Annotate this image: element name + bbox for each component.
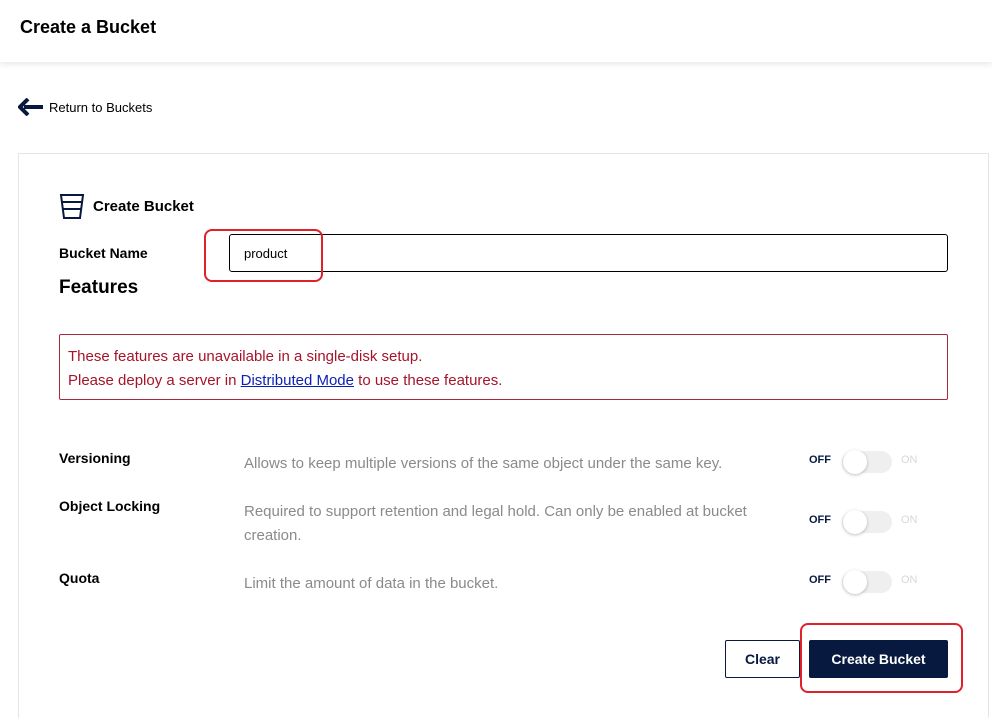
toggle-on-label: ON — [901, 574, 918, 586]
quota-description: Limit the amount of data in the bucket. — [244, 575, 499, 592]
toggle-knob — [843, 570, 867, 594]
clear-button[interactable]: Clear — [725, 640, 800, 678]
toggle-off-label: OFF — [809, 454, 831, 466]
toggle-on-label: ON — [901, 454, 918, 466]
toggle-track[interactable] — [842, 570, 892, 594]
versioning-description: Allows to keep multiple versions of the … — [244, 455, 723, 472]
return-to-buckets-label: Return to Buckets — [49, 99, 153, 115]
page-title: Create a Bucket — [20, 17, 157, 37]
bucket-name-input[interactable] — [229, 234, 948, 272]
create-bucket-button[interactable]: Create Bucket — [809, 640, 948, 678]
top-bar: Create a Bucket — [0, 0, 992, 62]
quota-toggle[interactable]: OFF ON — [809, 568, 923, 594]
warning-box: These features are unavailable in a sing… — [59, 334, 948, 400]
toggle-knob — [843, 450, 867, 474]
quota-label: Quota — [59, 570, 100, 586]
toggle-off-label: OFF — [809, 574, 831, 586]
features-title: Features — [59, 277, 139, 298]
toggle-on-label: ON — [901, 514, 918, 526]
bucket-icon — [59, 194, 85, 219]
bucket-name-label: Bucket Name — [59, 245, 148, 261]
toggle-track[interactable] — [842, 450, 892, 474]
toggle-knob — [843, 510, 867, 534]
warning-line-1: These features are unavailable in a sing… — [68, 348, 423, 365]
arrow-left-icon — [18, 98, 43, 116]
versioning-label: Versioning — [59, 450, 131, 466]
object-locking-label: Object Locking — [59, 498, 161, 514]
distributed-mode-link[interactable]: Distributed Mode — [241, 372, 354, 389]
warning-line-2: Please deploy a server in Distributed Mo… — [68, 369, 939, 393]
warning-text-after: to use these features. — [354, 372, 503, 389]
toggle-off-label: OFF — [809, 514, 831, 526]
section-header: Create Bucket — [59, 193, 194, 220]
object-locking-description: Required to support retention and legal … — [244, 503, 747, 544]
toggle-track[interactable] — [842, 510, 892, 534]
return-to-buckets-link[interactable]: Return to Buckets — [18, 98, 152, 116]
object-locking-toggle[interactable]: OFF ON — [809, 508, 923, 534]
section-title: Create Bucket — [93, 198, 194, 215]
warning-text-before: Please deploy a server in — [68, 372, 241, 389]
versioning-toggle[interactable]: OFF ON — [809, 448, 923, 474]
